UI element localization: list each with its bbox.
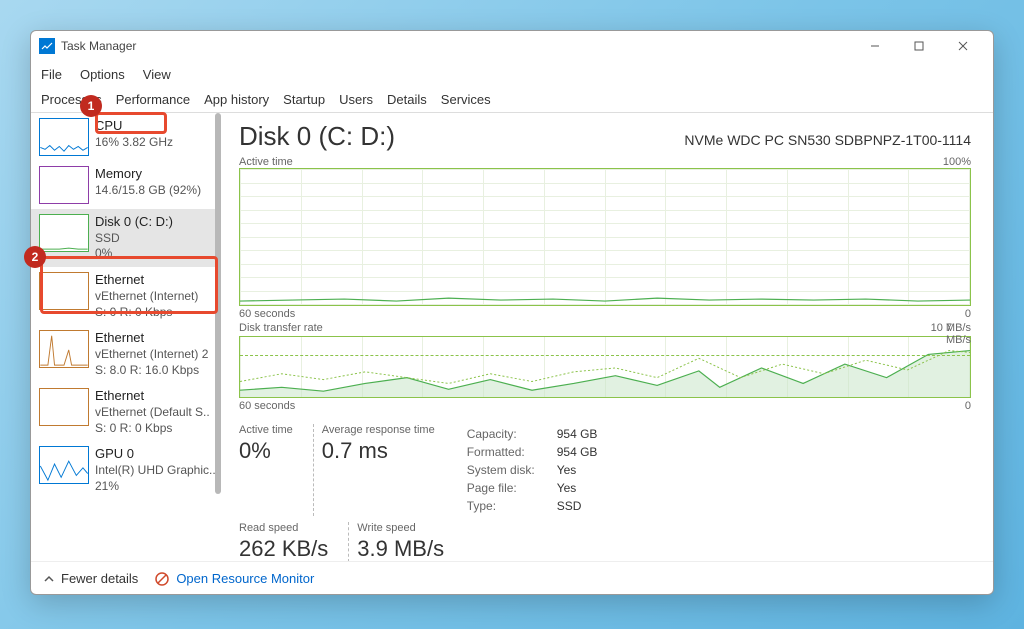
window-title: Task Manager (61, 39, 136, 53)
ethernet-sparkline (39, 330, 89, 368)
app-icon (39, 38, 55, 54)
stat-write-speed-value: 3.9 MB/s (357, 536, 444, 561)
title-bar: Task Manager (31, 31, 993, 61)
ethernet-sparkline (39, 388, 89, 426)
tab-services[interactable]: Services (441, 92, 491, 107)
sidebar-item-label: GPU 0 (95, 446, 215, 463)
chart1-label: Active time (239, 156, 293, 168)
active-time-chart (239, 168, 971, 306)
disk-properties: Capacity:954 GB Formatted:954 GB System … (465, 424, 600, 516)
chart1-xleft: 60 seconds (239, 308, 295, 320)
sidebar-item-label: Disk 0 (C: D:) (95, 214, 173, 231)
chart2-label: Disk transfer rate (239, 322, 323, 334)
disk-sparkline (39, 214, 89, 252)
ethernet-sparkline (39, 272, 89, 310)
close-button[interactable] (941, 31, 985, 61)
cpu-sparkline (39, 118, 89, 156)
annotation-badge-1: 1 (80, 95, 102, 117)
tab-performance[interactable]: Performance (116, 92, 190, 107)
performance-sidebar: CPU16% 3.82 GHz Memory14.6/15.8 GB (92%)… (31, 113, 221, 561)
disk-model: NVMe WDC PC SN530 SDBPNPZ-1T00-1114 (684, 132, 971, 148)
stat-avg-response-label: Average response time (322, 424, 435, 436)
tab-details[interactable]: Details (387, 92, 427, 107)
footer-bar: Fewer details Open Resource Monitor (31, 561, 993, 595)
sidebar-item-gpu0[interactable]: GPU 0Intel(R) UHD Graphic..21% (31, 441, 221, 499)
task-manager-window: Task Manager File Options View Processes… (30, 30, 994, 595)
sidebar-item-label: Ethernet (95, 272, 198, 289)
menu-bar: File Options View (31, 61, 993, 87)
chart2-xright: 0 (965, 400, 971, 412)
memory-sparkline (39, 166, 89, 204)
tab-bar: Processes Performance App history Startu… (31, 87, 993, 113)
sidebar-item-ethernet-2[interactable]: EthernetvEthernet (Internet) 2S: 8.0 R: … (31, 325, 221, 383)
sidebar-item-cpu[interactable]: CPU16% 3.82 GHz (31, 113, 221, 161)
chevron-up-icon (43, 573, 55, 585)
menu-view[interactable]: View (143, 67, 171, 82)
menu-file[interactable]: File (41, 67, 62, 82)
menu-options[interactable]: Options (80, 67, 125, 82)
sidebar-item-label: Ethernet (95, 388, 210, 405)
stat-read-speed-label: Read speed (239, 522, 328, 534)
chart1-xright: 0 (965, 308, 971, 320)
sidebar-item-memory[interactable]: Memory14.6/15.8 GB (92%) (31, 161, 221, 209)
tab-startup[interactable]: Startup (283, 92, 325, 107)
tab-users[interactable]: Users (339, 92, 373, 107)
page-title: Disk 0 (C: D:) (239, 121, 395, 152)
fewer-details-button[interactable]: Fewer details (43, 571, 138, 586)
annotation-badge-2: 2 (24, 246, 46, 268)
tab-app-history[interactable]: App history (204, 92, 269, 107)
gpu-sparkline (39, 446, 89, 484)
stat-active-time-value: 0% (239, 438, 293, 464)
stat-read-speed-value: 262 KB/s (239, 536, 328, 561)
transfer-rate-chart (239, 336, 971, 398)
sidebar-item-ethernet-3[interactable]: EthernetvEthernet (Default S..S: 0 R: 0 … (31, 383, 221, 441)
sidebar-item-ethernet-1[interactable]: EthernetvEthernet (Internet)S: 0 R: 0 Kb… (31, 267, 221, 325)
sidebar-item-label: CPU (95, 118, 173, 135)
resource-monitor-icon (154, 571, 170, 587)
window-controls (853, 31, 985, 61)
stat-active-time-label: Active time (239, 424, 293, 436)
chart2-ref: 7 MB/s (946, 322, 971, 346)
sidebar-item-disk0[interactable]: Disk 0 (C: D:)SSD0% (31, 209, 221, 267)
chart2-xleft: 60 seconds (239, 400, 295, 412)
open-resource-monitor-link[interactable]: Open Resource Monitor (154, 571, 314, 587)
disk-stats: Active time 0% Average response time 0.7 m… (239, 424, 971, 516)
sidebar-item-label: Ethernet (95, 330, 208, 347)
sidebar-scrollbar[interactable] (215, 113, 221, 561)
sidebar-item-label: Memory (95, 166, 201, 183)
stat-write-speed-label: Write speed (357, 522, 444, 534)
minimize-button[interactable] (853, 31, 897, 61)
stat-avg-response-value: 0.7 ms (322, 438, 435, 464)
chart1-max: 100% (943, 156, 971, 168)
maximize-button[interactable] (897, 31, 941, 61)
main-panel: Disk 0 (C: D:) NVMe WDC PC SN530 SDBPNPZ… (221, 113, 993, 561)
